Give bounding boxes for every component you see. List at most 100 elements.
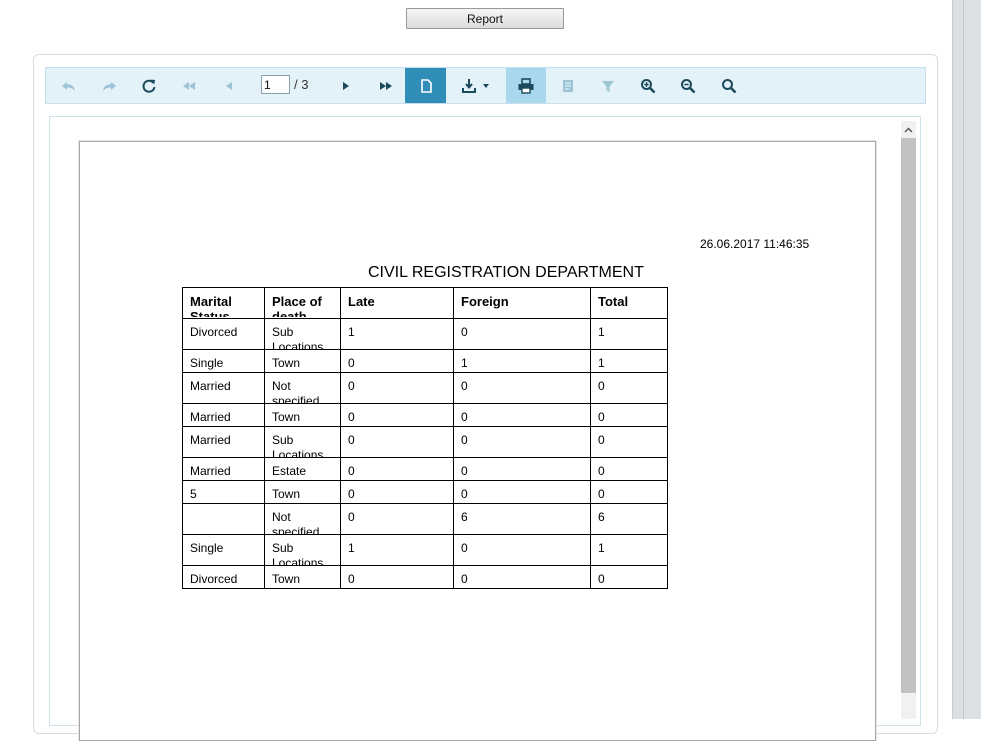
table-row: 5 Town 0 0 0 (182, 480, 668, 504)
table-cell: 6 (453, 503, 591, 535)
table-cell: 0 (590, 403, 668, 427)
table-cell: Town (264, 565, 341, 589)
table-row: Married Town 0 0 0 (182, 403, 668, 427)
table-cell: Married (182, 403, 265, 427)
undo-icon (62, 81, 75, 91)
table-cell: 0 (453, 426, 591, 458)
print-icon (518, 77, 534, 94)
report-title: CIVIL REGISTRATION DEPARTMENT (368, 264, 644, 281)
report-table: Marital Status Place of death Late Forei… (182, 287, 668, 589)
last-page-icon (380, 81, 392, 90)
table-cell: 1 (340, 318, 454, 350)
table-row: Divorced Town 0 0 0 (182, 565, 668, 589)
table-cell (182, 503, 265, 535)
redo-button[interactable] (94, 68, 124, 103)
refresh-icon (142, 79, 156, 93)
table-cell: 0 (340, 403, 454, 427)
page-number-input[interactable] (261, 75, 290, 94)
last-page-button[interactable] (371, 68, 401, 103)
column-header: Total (590, 287, 668, 319)
print-layout-toggle[interactable] (405, 68, 446, 103)
table-cell: 0 (340, 349, 454, 373)
table-cell: 0 (453, 457, 591, 481)
table-cell: 1 (340, 534, 454, 566)
table-row: Married Estate 0 0 0 (182, 457, 668, 481)
vertical-scrollbar-thumb[interactable] (901, 138, 916, 693)
table-row: Single Town 0 1 1 (182, 349, 668, 373)
table-cell: 0 (590, 565, 668, 589)
page-count-label: / 3 (294, 77, 309, 92)
table-row: Divorced Sub Locations 1 0 1 (182, 318, 668, 350)
table-row: Married Sub Locations 0 0 0 (182, 426, 668, 458)
table-cell: Divorced (182, 565, 265, 589)
zoom-out-icon (681, 78, 696, 93)
table-cell: Single (182, 534, 265, 566)
previous-page-button[interactable] (214, 68, 244, 103)
export-icon (462, 78, 489, 93)
next-page-icon (343, 81, 349, 90)
table-cell: Single (182, 349, 265, 373)
table-cell: Married (182, 372, 265, 404)
table-cell: 0 (453, 534, 591, 566)
table-header-row: Marital Status Place of death Late Forei… (182, 287, 668, 319)
find-icon (722, 78, 737, 93)
table-cell: 0 (340, 372, 454, 404)
filter-icon (602, 80, 614, 92)
table-cell: Married (182, 457, 265, 481)
report-button[interactable]: Report (406, 8, 564, 29)
table-cell: 1 (453, 349, 591, 373)
document-map-icon (563, 79, 573, 92)
table-row: Single Sub Locations 1 0 1 (182, 534, 668, 566)
table-cell: 0 (453, 372, 591, 404)
table-cell: Divorced (182, 318, 265, 350)
zoom-in-button[interactable] (633, 68, 663, 103)
chevron-up-icon (904, 127, 913, 132)
table-cell: Estate (264, 457, 341, 481)
table-cell: 0 (453, 565, 591, 589)
table-cell: 0 (340, 426, 454, 458)
table-cell: 0 (340, 503, 454, 535)
table-cell: 5 (182, 480, 265, 504)
table-cell: Town (264, 480, 341, 504)
table-cell: 0 (340, 480, 454, 504)
redo-icon (103, 81, 116, 91)
table-cell: 0 (590, 426, 668, 458)
table-row: Not specified 0 6 6 (182, 503, 668, 535)
find-button[interactable] (714, 68, 744, 103)
scroll-up-button[interactable] (901, 121, 916, 138)
report-timestamp: 26.06.2017 11:46:35 (700, 237, 810, 251)
table-cell: 0 (340, 565, 454, 589)
first-page-icon (183, 81, 195, 90)
table-cell: 0 (590, 457, 668, 481)
table-cell: 0 (453, 403, 591, 427)
table-cell: 0 (590, 480, 668, 504)
table-cell: Sub Locations (264, 426, 341, 458)
page-view-icon (420, 78, 432, 93)
table-cell: Town (264, 349, 341, 373)
zoom-out-button[interactable] (673, 68, 703, 103)
table-cell: 0 (340, 457, 454, 481)
table-cell: 1 (590, 318, 668, 350)
table-cell: Sub Locations (264, 534, 341, 566)
right-rail (952, 0, 981, 719)
export-dropdown[interactable] (454, 68, 498, 103)
first-page-button[interactable] (174, 68, 204, 103)
table-cell: 1 (590, 349, 668, 373)
column-header: Place of death (264, 287, 341, 319)
table-cell: Married (182, 426, 265, 458)
column-header: Marital Status (182, 287, 265, 319)
column-header: Late (340, 287, 454, 319)
table-cell: 0 (453, 480, 591, 504)
filter-button[interactable] (593, 68, 623, 103)
document-map-button[interactable] (553, 68, 583, 103)
table-cell: 1 (590, 534, 668, 566)
table-cell: 0 (590, 372, 668, 404)
print-button[interactable] (506, 68, 546, 103)
refresh-button[interactable] (134, 68, 164, 103)
undo-button[interactable] (54, 68, 84, 103)
table-cell: Sub Locations (264, 318, 341, 350)
next-page-button[interactable] (331, 68, 361, 103)
zoom-in-icon (641, 78, 656, 93)
column-header: Foreign (453, 287, 591, 319)
table-cell: 6 (590, 503, 668, 535)
